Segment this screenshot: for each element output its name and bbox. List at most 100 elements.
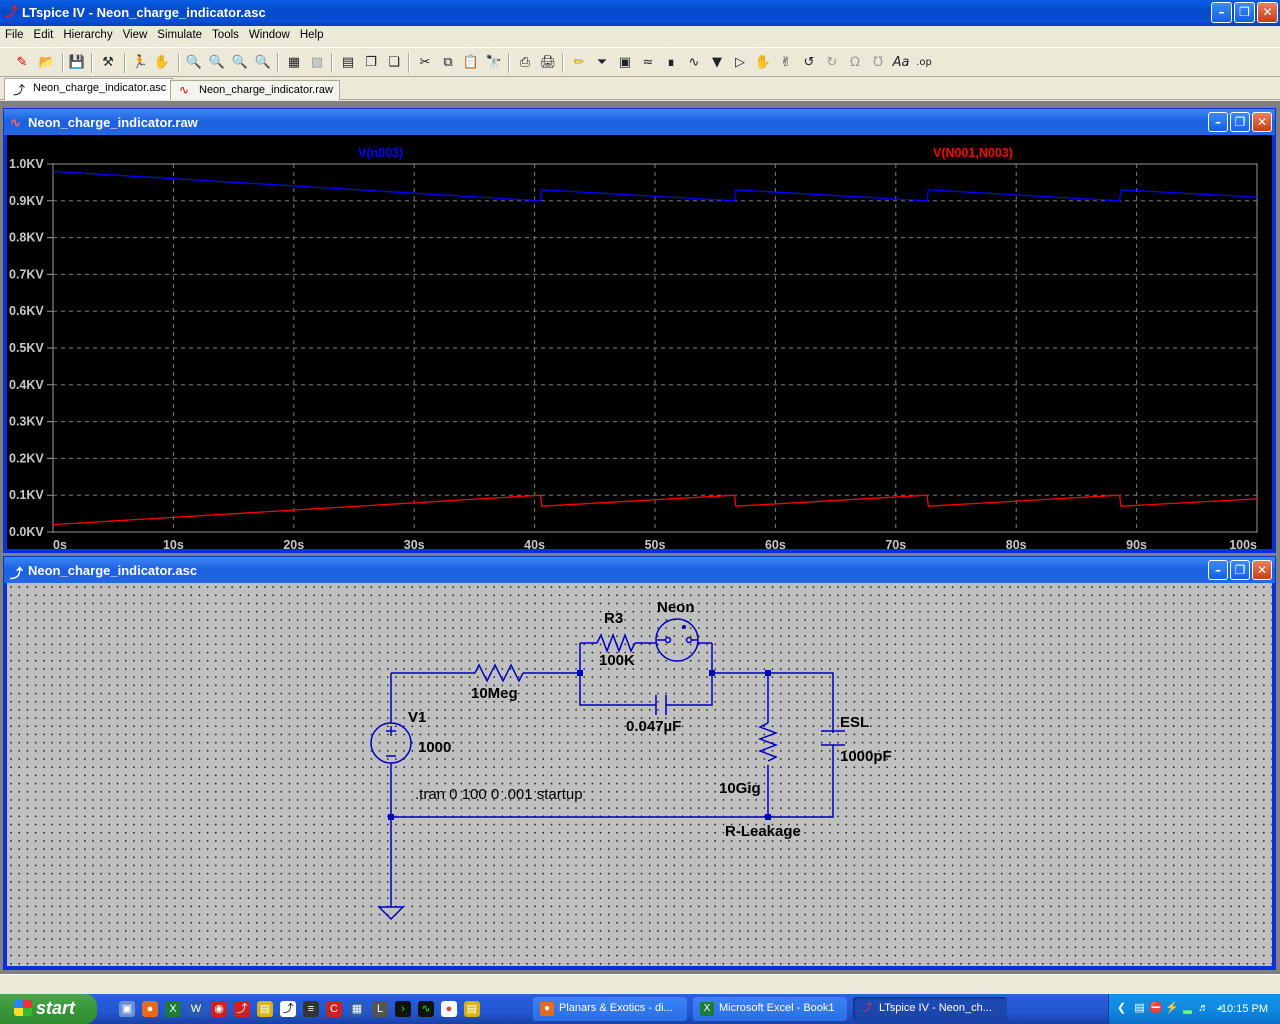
autorange-icon[interactable]: ▦	[284, 53, 304, 73]
wireless-signal-icon[interactable]: ▂	[1181, 1002, 1194, 1015]
draw-wire-icon[interactable]: ✏	[569, 53, 589, 73]
task-button-browser[interactable]: ● Planars & Exotics - di...	[533, 997, 687, 1021]
firefox-icon[interactable]: ●	[142, 1001, 158, 1017]
spice-directive-icon[interactable]: .op	[914, 53, 934, 73]
schematic-canvas[interactable]: R3 100K Neon 10Meg 0.047µF V1 1000 .tran…	[7, 583, 1272, 966]
show-desktop-icon[interactable]: ▣	[119, 1001, 135, 1017]
menu-hierarchy[interactable]: Hierarchy	[58, 26, 117, 41]
switchcad-icon[interactable]: ⤴	[280, 1001, 296, 1017]
legend-label: V(n003)	[358, 146, 403, 160]
print-icon[interactable]: 🖨	[538, 53, 558, 73]
tray-expand-icon[interactable]: ❮	[1115, 1002, 1128, 1015]
component-icon[interactable]: ▷	[730, 53, 750, 73]
security-shield-icon[interactable]: ⛔	[1149, 1002, 1163, 1015]
tab-waveform[interactable]: ∿ Neon_charge_indicator.raw	[170, 80, 340, 100]
control-panel-icon[interactable]: ⚒	[98, 53, 118, 73]
open-folder-icon[interactable]: 📂	[37, 53, 57, 73]
minimize-button[interactable]: –	[1211, 2, 1232, 23]
fft-icon[interactable]: ▧	[307, 53, 327, 73]
word-icon[interactable]: W	[188, 1001, 204, 1017]
folder-icon[interactable]: ▤	[257, 1001, 273, 1017]
terminal-icon[interactable]: ›	[395, 1001, 411, 1017]
zoom-fit-icon[interactable]: 🔍	[253, 53, 273, 73]
task-label: Microsoft Excel - Book1	[719, 1002, 835, 1014]
schematic-minimize-button[interactable]: –	[1208, 560, 1228, 580]
tile-horizontal-icon[interactable]: ▤	[338, 53, 358, 73]
capacitor-icon[interactable]: ∎	[661, 53, 681, 73]
ltspice-quicklaunch-icon[interactable]: ⤴	[234, 1001, 250, 1017]
ground-icon[interactable]: ⏷	[592, 53, 612, 73]
chrome-icon[interactable]: ●	[441, 1001, 457, 1017]
menu-help[interactable]: Help	[295, 26, 329, 41]
net-icon[interactable]: ≡	[303, 1001, 319, 1017]
network-icon[interactable]: ▤	[1133, 1002, 1146, 1015]
waveform-maximize-button[interactable]: ❐	[1230, 112, 1250, 132]
calc-icon[interactable]: ▦	[349, 1001, 365, 1017]
schematic-close-button[interactable]: ✕	[1252, 560, 1272, 580]
status-bar	[0, 974, 1280, 994]
x-tick-label: 50s	[645, 538, 666, 551]
rleakage-value: 10Gig	[719, 780, 761, 797]
menu-bar: File Edit Hierarchy View Simulate Tools Window…	[0, 26, 1280, 46]
waveform-window-titlebar[interactable]: ∿ Neon_charge_indicator.raw – ❐ ✕	[4, 109, 1275, 135]
waveform-close-button[interactable]: ✕	[1252, 112, 1272, 132]
task-button-ltspice[interactable]: ⤴ LTspice IV - Neon_ch...	[853, 997, 1007, 1021]
cascade-icon[interactable]: ❐	[361, 53, 381, 73]
menu-view[interactable]: View	[118, 26, 153, 41]
tab-schematic[interactable]: ⤴ Neon_charge_indicator.asc	[4, 78, 174, 100]
move-icon[interactable]: ✋	[753, 53, 773, 73]
pan-icon[interactable]: 🔍	[207, 53, 227, 73]
waveform-plot[interactable]: 0s 10s 20s 30s 40s 50s 60s 70s 80s 90s 100s 0.0KV 0.…	[7, 135, 1274, 551]
waveform-window-title: Neon_charge_indicator.raw	[28, 115, 198, 130]
wire	[390, 642, 834, 907]
run-icon[interactable]: 🏃	[130, 53, 150, 73]
start-button[interactable]: start	[0, 994, 97, 1024]
menu-tools[interactable]: Tools	[207, 26, 244, 41]
scope-icon[interactable]: ∿	[418, 1001, 434, 1017]
l-app-icon[interactable]: L	[372, 1001, 388, 1017]
y-tick-label: 0.9KV	[9, 194, 44, 208]
mirror-icon[interactable]: ℧	[868, 53, 888, 73]
close-button[interactable]: ✕	[1257, 2, 1278, 23]
menu-edit[interactable]: Edit	[29, 26, 59, 41]
tile-vertical-icon[interactable]: ❏	[384, 53, 404, 73]
capacitor-c1	[655, 695, 667, 715]
copy-icon[interactable]: ⧉	[438, 53, 458, 73]
paste-icon[interactable]: 📋	[461, 53, 481, 73]
y-tick-label: 0.3KV	[9, 415, 44, 429]
explorer-icon[interactable]: ▤	[464, 1001, 480, 1017]
halt-icon[interactable]: ✋	[152, 53, 172, 73]
schematic-window-titlebar[interactable]: ⤴ Neon_charge_indicator.asc – ❐ ✕	[4, 557, 1275, 583]
excel-icon[interactable]: X	[165, 1001, 181, 1017]
new-schematic-icon[interactable]: ✎	[12, 53, 32, 73]
safely-remove-icon[interactable]: ⚡	[1165, 1002, 1179, 1015]
menu-simulate[interactable]: Simulate	[152, 26, 207, 41]
undo-icon[interactable]: ↺	[799, 53, 819, 73]
label-net-icon[interactable]: ▣	[615, 53, 635, 73]
zoom-out-icon[interactable]: 🔍	[230, 53, 250, 73]
resistor-icon[interactable]: ≈	[638, 53, 658, 73]
find-icon[interactable]: 🔭	[484, 53, 504, 73]
cut-icon[interactable]: ✂	[415, 53, 435, 73]
diode-icon[interactable]: ▼	[707, 53, 727, 73]
menu-file[interactable]: File	[0, 26, 29, 41]
junction-node	[765, 814, 771, 820]
waveform-chart[interactable]: 0s 10s 20s 30s 40s 50s 60s 70s 80s 90s 100s 0.0KV 0.…	[7, 135, 1274, 551]
waveform-minimize-button[interactable]: –	[1208, 112, 1228, 132]
volume-icon[interactable]: ♬	[1197, 1002, 1210, 1015]
print-preview-icon[interactable]: ⎙	[515, 53, 535, 73]
c-app-icon[interactable]: C	[326, 1001, 342, 1017]
save-icon[interactable]: 💾	[67, 53, 87, 73]
redo-icon[interactable]: ↻	[822, 53, 842, 73]
app-icon[interactable]: ◉	[211, 1001, 227, 1017]
zoom-in-icon[interactable]: 🔍	[184, 53, 204, 73]
drag-icon[interactable]: ✌	[776, 53, 796, 73]
spice-directive: .tran 0 100 0 .001 startup	[415, 786, 583, 803]
schematic-maximize-button[interactable]: ❐	[1230, 560, 1250, 580]
text-icon[interactable]: Aa	[891, 53, 911, 73]
menu-window[interactable]: Window	[244, 26, 295, 41]
task-button-excel[interactable]: X Microsoft Excel - Book1	[693, 997, 847, 1021]
inductor-icon[interactable]: ∿	[684, 53, 704, 73]
maximize-button[interactable]: ❐	[1234, 2, 1255, 23]
rotate-icon[interactable]: Ω	[845, 53, 865, 73]
